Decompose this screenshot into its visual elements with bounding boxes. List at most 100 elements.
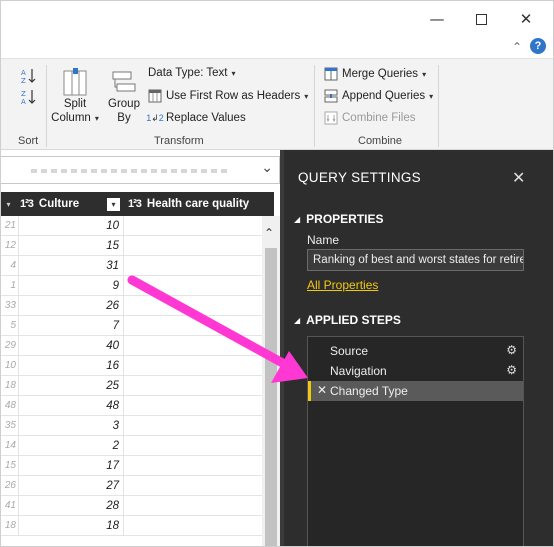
table-row[interactable]: 19 (0, 276, 262, 296)
delete-step-icon[interactable]: ✕ (317, 383, 327, 397)
transform-group-label: Transform (154, 135, 204, 147)
applied-step-navigation[interactable]: Navigation ⚙ (308, 361, 523, 381)
table-row[interactable]: 41 28 (0, 496, 262, 516)
culture-cell[interactable]: 10 (18, 216, 124, 236)
whole-number-type-icon[interactable]: 1²3 (20, 198, 34, 210)
chevron-down-icon[interactable]: ⌄ (261, 160, 273, 176)
dropdown-caret-icon: ▾ (231, 68, 236, 78)
merge-queries-button[interactable]: Merge Queries ▾ (324, 67, 426, 81)
applied-step-source[interactable]: Source ⚙ (308, 341, 523, 361)
scroll-up-icon[interactable]: ⌃ (264, 226, 274, 240)
column-header-culture[interactable]: 1²3 Culture (20, 192, 79, 216)
table-row[interactable]: 18 25 (0, 376, 262, 396)
culture-cell[interactable]: 3 (18, 416, 124, 436)
combine-group-label: Combine (358, 135, 403, 147)
row-index: 5 (10, 320, 16, 331)
close-icon[interactable]: ✕ (512, 168, 525, 187)
close-icon[interactable]: ✕ (508, 6, 544, 32)
culture-cell[interactable]: 48 (18, 396, 124, 416)
applied-steps-header[interactable]: ◢ APPLIED STEPS (294, 313, 401, 327)
collapse-triangle-icon: ◢ (294, 214, 301, 224)
applied-step-changed-type[interactable]: ✕ Changed Type (308, 381, 523, 401)
minimize-icon[interactable]: — (419, 6, 455, 32)
culture-cell[interactable]: 7 (18, 316, 124, 336)
help-icon[interactable]: ? (530, 38, 546, 54)
dropdown-caret-icon: ▾ (304, 91, 309, 101)
column-filter-button[interactable]: ▾ (107, 192, 120, 216)
table-headers-icon (148, 89, 162, 103)
svg-text:Z: Z (21, 90, 26, 98)
dropdown-caret-icon: ▾ (422, 69, 427, 79)
table-row[interactable]: 14 2 (0, 436, 262, 456)
culture-cell[interactable]: 18 (18, 516, 124, 536)
table-row[interactable]: 12 15 (0, 236, 262, 256)
replace-values-button[interactable]: 1 ↲ 2 Replace Values (146, 111, 245, 125)
column-dropdown-icon[interactable]: ▾ (2, 192, 15, 216)
culture-cell[interactable]: 31 (18, 256, 124, 276)
column-header-row: ▾ 1²3 Culture ▾ 1²3 Health care quality (0, 192, 280, 216)
row-index: 21 (4, 220, 16, 231)
culture-cell[interactable]: 16 (18, 356, 124, 376)
row-index: 4 (10, 260, 16, 271)
scrollbar-thumb[interactable] (265, 248, 277, 547)
row-index: 35 (4, 420, 16, 431)
table-row[interactable]: 33 26 (0, 296, 262, 316)
table-row[interactable]: 35 3 (0, 416, 262, 436)
table-row[interactable]: 4 31 (0, 256, 262, 276)
split-column-button[interactable]: Split Column ▾ (51, 67, 99, 126)
column-header-health-care-quality[interactable]: 1²3 Health care quality (128, 192, 249, 216)
culture-cell[interactable]: 15 (18, 236, 124, 256)
group-by-button[interactable]: Group By (104, 67, 144, 125)
culture-cell[interactable]: 28 (18, 496, 124, 516)
row-index: 41 (4, 500, 16, 511)
table-row[interactable]: 26 27 (0, 476, 262, 496)
row-index: 26 (4, 480, 16, 491)
svg-text:A: A (21, 98, 26, 106)
replace-values-icon: 1 ↲ 2 (146, 112, 164, 124)
culture-cell[interactable]: 25 (18, 376, 124, 396)
data-type-dropdown[interactable]: Data Type: Text ▾ (148, 67, 236, 79)
culture-cell[interactable]: 26 (18, 296, 124, 316)
query-settings-pane: QUERY SETTINGS ✕ ◢ PROPERTIES Name Ranki… (284, 150, 554, 547)
data-grid: ⌄ ▾ 1²3 Culture ▾ 1²3 Health care qualit… (0, 150, 284, 547)
collapse-triangle-icon: ◢ (294, 315, 301, 325)
sort-descending-icon[interactable]: ZA (20, 88, 38, 106)
table-row[interactable]: 29 40 (0, 336, 262, 356)
gear-icon[interactable]: ⚙ (506, 343, 517, 357)
culture-cell[interactable]: 2 (18, 436, 124, 456)
table-row[interactable]: 48 48 (0, 396, 262, 416)
applied-steps-list: Source ⚙ Navigation ⚙ ✕ Changed Type (307, 336, 524, 547)
table-row[interactable]: 15 17 (0, 456, 262, 476)
gear-icon[interactable]: ⚙ (506, 363, 517, 377)
append-queries-button[interactable]: Append Queries ▾ (324, 89, 433, 103)
formula-bar[interactable]: ⌄ (0, 156, 280, 184)
table-row[interactable]: 18 18 (0, 516, 262, 536)
split-column-icon (63, 68, 87, 96)
query-name-input[interactable]: Ranking of best and worst states for ret… (307, 249, 524, 271)
culture-cell[interactable]: 9 (18, 276, 124, 296)
name-label: Name (307, 233, 340, 247)
sort-ascending-icon[interactable]: AZ (20, 67, 38, 85)
table-row[interactable]: 57 (0, 316, 262, 336)
ribbon-separator (46, 65, 47, 147)
table-row[interactable]: 10 16 (0, 356, 262, 376)
maximize-icon[interactable] (463, 6, 499, 32)
whole-number-type-icon[interactable]: 1²3 (128, 198, 142, 210)
combine-files-button[interactable]: Combine Files (324, 111, 416, 125)
row-index: 15 (4, 460, 16, 471)
table-row[interactable]: 21 10 (0, 216, 262, 236)
use-first-row-as-headers-button[interactable]: Use First Row as Headers ▾ (148, 89, 308, 103)
vertical-scrollbar[interactable]: ⌃ (262, 216, 280, 547)
merge-queries-icon (324, 67, 338, 81)
culture-cell[interactable]: 17 (18, 456, 124, 476)
culture-cell[interactable]: 27 (18, 476, 124, 496)
properties-header[interactable]: ◢ PROPERTIES (294, 212, 384, 226)
svg-text:A: A (21, 69, 26, 77)
filter-dropdown-icon: ▾ (107, 197, 120, 211)
row-index: 10 (4, 360, 16, 371)
title-bar: — ✕ (0, 0, 554, 38)
all-properties-link[interactable]: All Properties (307, 278, 378, 292)
culture-cell[interactable]: 40 (18, 336, 124, 356)
collapse-ribbon-icon[interactable]: ⌃ (508, 38, 526, 56)
table-body: 21 10 12 15 4 31 1 9 33 26 5 7 29 40 10 16 18 25 48 48 35 3 14… (0, 216, 262, 547)
